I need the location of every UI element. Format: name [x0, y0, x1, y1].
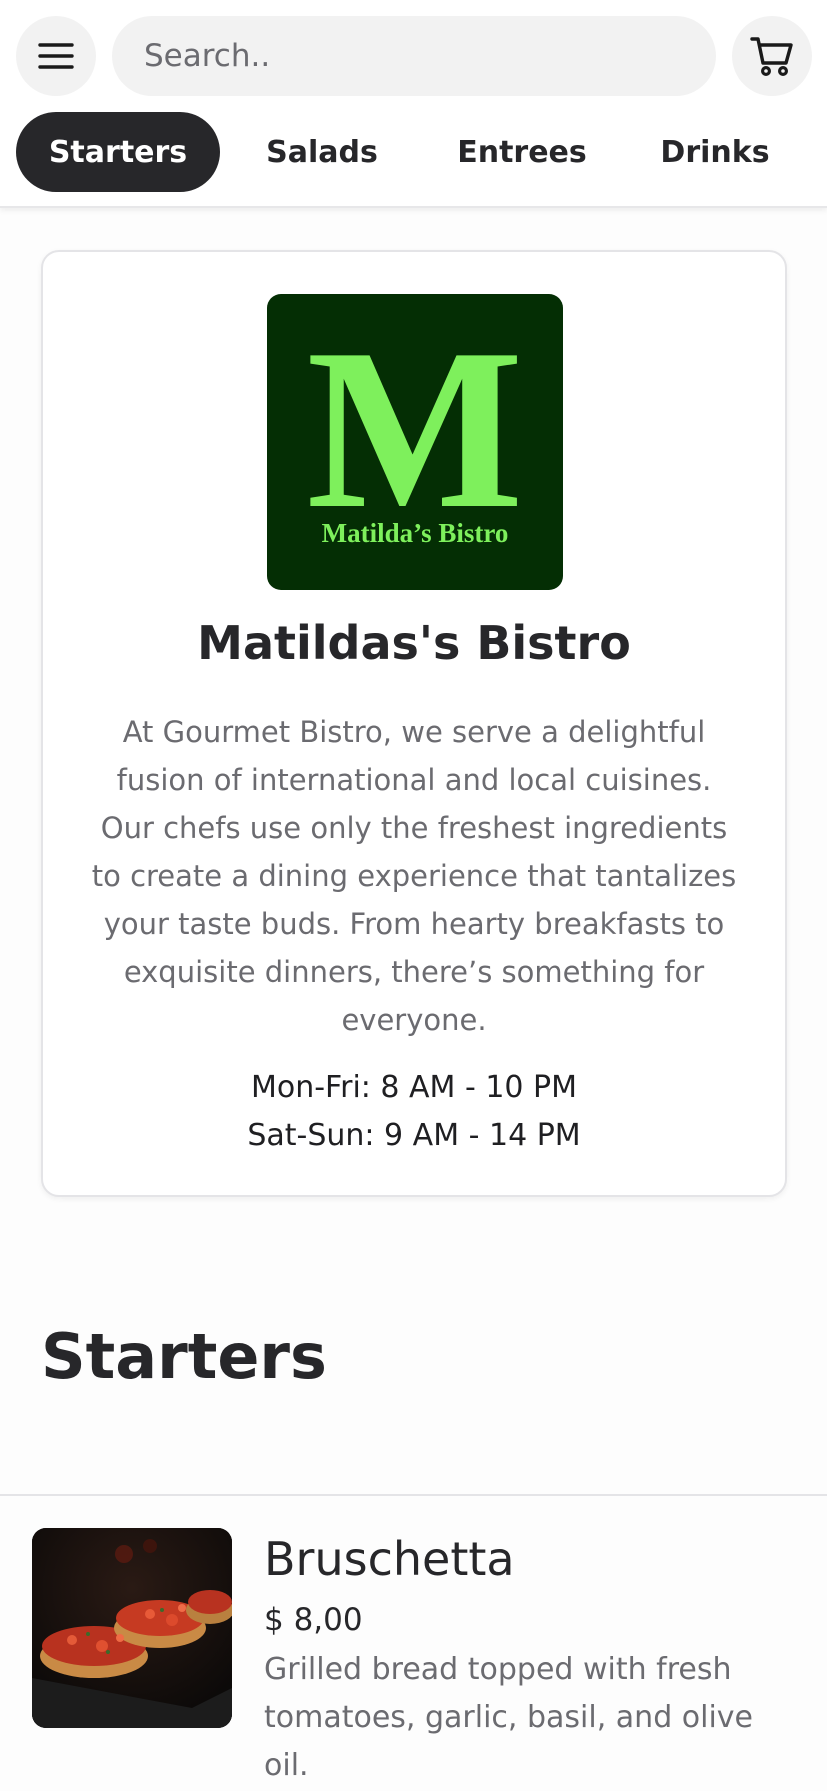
top-header: Starters Salads Entrees Drinks [0, 0, 827, 208]
hours-weekdays: Mon-Fri: 8 AM - 10 PM [250, 1070, 578, 1105]
search-input[interactable] [112, 16, 716, 96]
hours-weekend: Sat-Sun: 9 AM - 14 PM [247, 1118, 581, 1153]
tab-entrees[interactable]: Entrees [424, 112, 620, 192]
menu-item-image[interactable] [32, 1528, 232, 1728]
tab-starters[interactable]: Starters [16, 112, 220, 192]
divider [0, 1494, 827, 1496]
tab-drinks[interactable]: Drinks [620, 112, 810, 192]
menu-item-name[interactable]: Bruschetta [264, 1532, 515, 1586]
restaurant-name: Matildas's Bistro [197, 616, 631, 670]
logo-text: Matilda’s Bistro [322, 518, 509, 548]
section-title: Starters [41, 1320, 327, 1393]
tab-salads[interactable]: Salads [220, 112, 424, 192]
menu-item-price: $ 8,00 [264, 1602, 363, 1638]
restaurant-info-card: M Matilda’s Bistro Matildas's Bistro At … [41, 250, 787, 1197]
restaurant-logo: M Matilda’s Bistro [267, 294, 563, 590]
menu-item-description: Grilled bread topped with fresh tomatoes… [264, 1652, 754, 1783]
category-tabs: Starters Salads Entrees Drinks [16, 112, 827, 192]
restaurant-description: At Gourmet Bistro, we serve a delightful… [91, 715, 737, 1037]
cart-button[interactable] [732, 16, 812, 96]
shopping-cart-icon [750, 37, 793, 76]
opening-hours: Mon-Fri: 8 AM - 10 PM Sat-Sun: 9 AM - 14… [43, 1064, 785, 1160]
menu-button[interactable] [16, 16, 96, 96]
hamburger-menu-icon [38, 43, 74, 69]
